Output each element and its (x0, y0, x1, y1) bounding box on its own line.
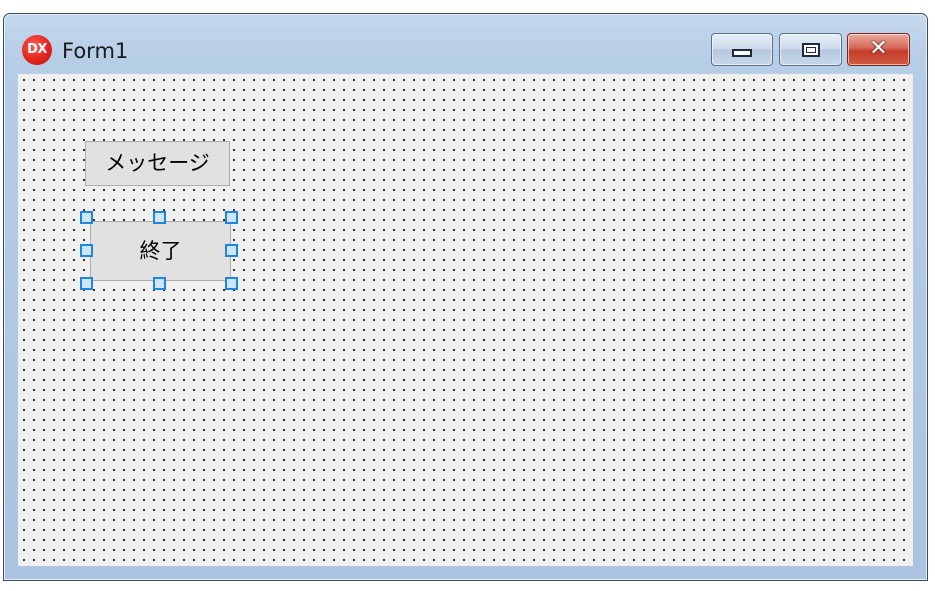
dx-app-icon[interactable]: DX (22, 35, 52, 65)
resize-handle-top[interactable] (153, 211, 166, 224)
resize-handle-right[interactable] (225, 244, 238, 257)
resize-handle-bottom-right[interactable] (225, 277, 238, 290)
message-button[interactable]: メッセージ (85, 141, 230, 186)
resize-handle-bottom-left[interactable] (80, 277, 93, 290)
form-design-surface[interactable]: メッセージ 終了 (18, 74, 913, 566)
resize-handle-left[interactable] (80, 244, 93, 257)
close-icon: ✕ (869, 36, 888, 61)
title-bar[interactable]: DX Form1 ✕ (4, 14, 927, 74)
designer-form-window: DX Form1 ✕ メッセージ 終了 (3, 13, 928, 581)
resize-handle-top-left[interactable] (80, 211, 93, 224)
exit-button[interactable]: 終了 (90, 221, 231, 281)
resize-handle-bottom[interactable] (153, 277, 166, 290)
close-button[interactable]: ✕ (847, 33, 910, 66)
minimize-button[interactable] (711, 33, 773, 66)
window-title: Form1 (62, 39, 129, 63)
resize-handle-top-right[interactable] (225, 211, 238, 224)
minimize-icon (732, 48, 752, 57)
maximize-button[interactable] (779, 33, 842, 66)
maximize-icon (801, 42, 820, 57)
